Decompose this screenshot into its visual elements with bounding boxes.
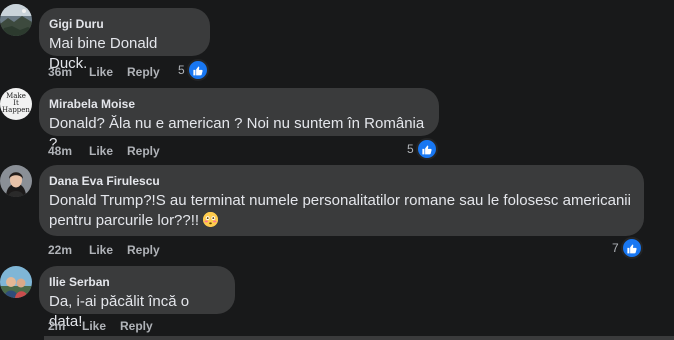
reaction-count[interactable]: 7 <box>612 237 643 259</box>
comment-bubble: Ilie Serban Da, i-ai păcălit încă o data… <box>39 266 235 330</box>
like-button[interactable]: Like <box>82 318 106 334</box>
comment-time[interactable]: 2m <box>48 318 65 334</box>
comment-text-line1: Donald Trump?!S au terminat numele perso… <box>49 192 631 209</box>
flushed-face-emoji <box>203 212 219 227</box>
comment-author[interactable]: Ilie Serban <box>49 274 223 290</box>
thumbs-up-icon <box>620 237 643 259</box>
comment-author[interactable]: Dana Eva Firulescu <box>49 173 632 189</box>
reply-button[interactable]: Reply <box>127 64 160 80</box>
avatar[interactable] <box>0 4 32 36</box>
avatar[interactable] <box>0 266 32 298</box>
reaction-count[interactable]: 5 <box>407 138 438 160</box>
comment-time[interactable]: 36m <box>48 64 72 80</box>
comment-author[interactable]: Mirabela Moise <box>49 96 427 112</box>
like-button[interactable]: Like <box>89 143 113 159</box>
comment-time[interactable]: 22m <box>48 242 72 258</box>
comment-time[interactable]: 48m <box>48 143 72 159</box>
avatar[interactable]: Make It Happen <box>0 88 32 120</box>
next-comment-edge <box>44 336 674 340</box>
comment-text: Donald Trump?!S au terminat numele perso… <box>49 191 632 231</box>
comment-bubble: Gigi Duru Mai bine Donald Duck. <box>39 8 210 72</box>
comment-thread: Gigi Duru Mai bine Donald Duck. 36m Like… <box>0 0 674 340</box>
comment-text-line2: pentru parcurile lor??!! <box>49 212 200 229</box>
reaction-number: 7 <box>612 241 619 255</box>
like-button[interactable]: Like <box>89 242 113 258</box>
reply-button[interactable]: Reply <box>120 318 153 334</box>
comment-author[interactable]: Gigi Duru <box>49 16 198 32</box>
thumbs-up-icon <box>186 59 209 81</box>
comment-bubble: Mirabela Moise Donald? Ăla nu e american… <box>39 88 439 152</box>
reaction-number: 5 <box>407 142 414 156</box>
thumbs-up-icon <box>415 138 438 160</box>
profile-photo-icon <box>0 266 32 298</box>
profile-photo-icon <box>0 165 32 197</box>
like-button[interactable]: Like <box>89 64 113 80</box>
avatar-text: Make It Happen <box>2 92 30 114</box>
reply-button[interactable]: Reply <box>127 143 160 159</box>
reaction-count[interactable]: 5 <box>178 59 209 81</box>
reaction-number: 5 <box>178 63 185 77</box>
comment-bubble: Dana Eva Firulescu Donald Trump?!S au te… <box>39 165 644 236</box>
scenery-avatar-icon <box>0 4 32 36</box>
avatar[interactable] <box>0 165 32 197</box>
reply-button[interactable]: Reply <box>127 242 160 258</box>
